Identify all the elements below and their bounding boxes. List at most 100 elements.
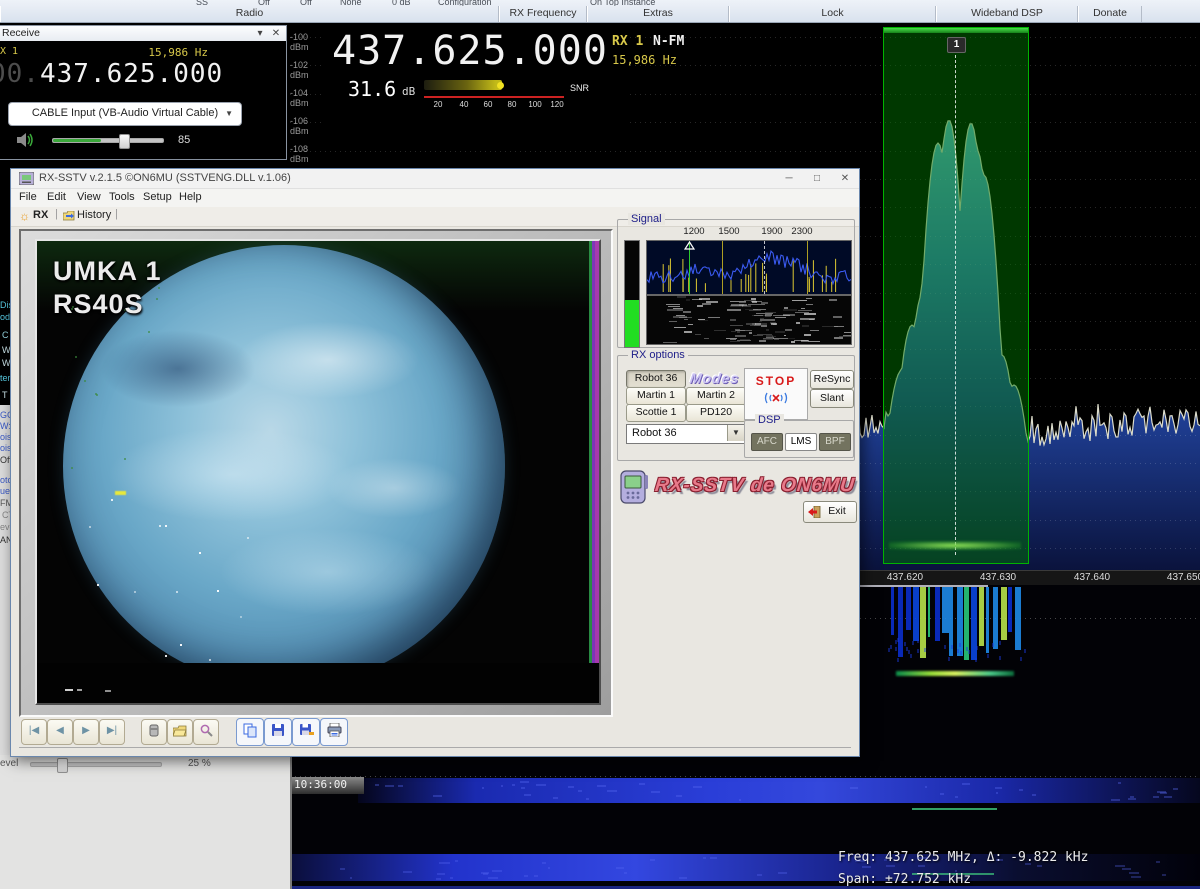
level-thumb[interactable] <box>57 758 68 773</box>
receive-panel-titlebar[interactable]: Receive ▾ ✕ <box>0 26 286 41</box>
close-icon[interactable]: ✕ <box>831 169 859 188</box>
audio-device-select[interactable]: CABLE Input (VB-Audio Virtual Cable) ▼ <box>8 102 242 126</box>
chevron-down-icon[interactable]: ▼ <box>727 425 744 441</box>
decor <box>904 642 906 646</box>
menu-edit[interactable]: Edit <box>47 191 66 203</box>
save-button[interactable] <box>264 718 292 746</box>
frequency-leading-zeros: 00. <box>0 59 40 89</box>
open-folder-button[interactable] <box>167 719 193 745</box>
app-icon <box>19 172 34 185</box>
stop-button[interactable]: STOP <box>744 368 808 420</box>
decor <box>843 335 852 336</box>
mode-button-scottie1[interactable]: Scottie 1 <box>626 404 686 422</box>
decor <box>752 315 767 316</box>
ribbon-group-lock[interactable]: Lock <box>729 6 936 22</box>
decor <box>808 341 820 342</box>
volume-thumb[interactable] <box>119 134 130 149</box>
decor <box>708 317 720 318</box>
decor <box>897 658 899 662</box>
decor <box>737 340 751 341</box>
menu-tools[interactable]: Tools <box>109 191 135 203</box>
decor <box>111 499 113 501</box>
signal-scale-tick: 1200 <box>679 226 709 237</box>
decor <box>772 336 776 337</box>
nav-next-button[interactable]: ▶ <box>73 719 99 745</box>
dsp-button-lms[interactable]: LMS <box>785 433 817 451</box>
decor <box>714 330 726 331</box>
decor <box>765 312 776 313</box>
erase-button[interactable] <box>141 719 167 745</box>
menu-help[interactable]: Help <box>179 191 202 203</box>
decor <box>165 525 167 527</box>
magnifier-button[interactable] <box>193 719 219 745</box>
image-tick <box>105 690 111 692</box>
sstv-received-image: UMKA 1 RS40S <box>35 239 601 705</box>
decor <box>730 305 743 306</box>
save-as-button[interactable] <box>292 718 320 746</box>
signal-level-fill <box>625 300 639 347</box>
antenna-icon <box>763 390 789 406</box>
menu-setup[interactable]: Setup <box>143 191 172 203</box>
decor <box>957 649 959 653</box>
ribbon-group-wideband-dsp[interactable]: Wideband DSP <box>936 6 1078 22</box>
decor <box>697 305 702 306</box>
mode-button-martin1[interactable]: Martin 1 <box>626 387 686 405</box>
minimize-icon[interactable]: ─ <box>775 169 803 188</box>
close-icon[interactable]: ✕ <box>268 26 284 41</box>
ribbon-group-donate[interactable]: Donate <box>1078 6 1142 22</box>
decor <box>987 654 989 658</box>
decor <box>667 309 682 310</box>
ribbon-group-rx-frequency[interactable]: RX Frequency <box>499 6 587 22</box>
copy-button[interactable] <box>236 718 264 746</box>
ribbon-group-extras[interactable]: Extras <box>587 6 729 22</box>
mode-button-martin2[interactable]: Martin 2 <box>686 387 746 405</box>
dsp-button-bpf[interactable]: BPF <box>819 433 851 451</box>
decor <box>968 650 970 654</box>
exit-button[interactable]: Exit <box>803 501 857 523</box>
axis-label: 437.620 <box>875 572 935 583</box>
main-frequency-readout[interactable]: 437.625.000 <box>332 28 608 74</box>
decor <box>176 591 178 593</box>
tab-history[interactable]: History <box>77 209 111 221</box>
signal-center-line <box>764 241 765 294</box>
nav-first-button[interactable]: |◀ <box>21 719 47 745</box>
window-title: RX-SSTV v.2.1.5 ©ON6MU (SSTVENG.DLL v.1.… <box>39 172 291 184</box>
decor <box>766 335 773 336</box>
mode-button-pd120[interactable]: PD120 <box>686 404 746 422</box>
ribbon-group-radio[interactable]: Radio <box>0 6 499 22</box>
pda-logo-icon <box>619 469 651 505</box>
mode-button-robot36[interactable]: Robot 36 <box>626 370 686 388</box>
mode-select[interactable]: Robot 36 ▼ <box>626 424 745 444</box>
decor <box>834 326 844 327</box>
chevron-down-icon[interactable]: ▼ <box>225 103 233 124</box>
slant-button[interactable]: Slant <box>810 389 854 408</box>
level-slider[interactable] <box>30 762 162 767</box>
decor <box>134 591 136 593</box>
menu-view[interactable]: View <box>77 191 101 203</box>
exit-button-label: Exit <box>828 505 846 517</box>
maximize-icon[interactable]: □ <box>803 169 831 188</box>
rx-sstv-logo-text: RX-SSTV de ON6MU <box>654 475 856 497</box>
filter-band[interactable]: 1 <box>883 27 1029 564</box>
cursor-readout: Freq: 437.625 MHz, Δ: -9.822 kHz Span: ±… <box>838 847 1088 889</box>
tab-rx[interactable]: RX <box>33 209 48 221</box>
collapse-icon[interactable]: ▾ <box>252 26 268 41</box>
resync-button[interactable]: ReSync <box>810 370 854 389</box>
decor <box>727 309 741 310</box>
carrier-streak <box>912 808 997 810</box>
sstv-titlebar[interactable]: RX-SSTV v.2.1.5 ©ON6MU (SSTVENG.DLL v.1.… <box>11 169 859 189</box>
decor <box>737 331 740 332</box>
print-button[interactable] <box>320 718 348 746</box>
menu-file[interactable]: File <box>19 191 37 203</box>
dsp-button-afc[interactable]: AFC <box>751 433 783 451</box>
nav-prev-button[interactable]: ◀ <box>47 719 73 745</box>
receive-frequency[interactable]: 00.437.625.000 <box>0 59 223 89</box>
decor <box>910 654 912 658</box>
decor <box>706 301 717 302</box>
filter-band-handle[interactable] <box>884 28 1028 33</box>
nav-last-button[interactable]: ▶| <box>99 719 125 745</box>
decor <box>735 330 752 331</box>
decor <box>794 340 808 341</box>
snr-tick: 100 <box>525 100 545 109</box>
volume-slider[interactable] <box>52 138 164 143</box>
